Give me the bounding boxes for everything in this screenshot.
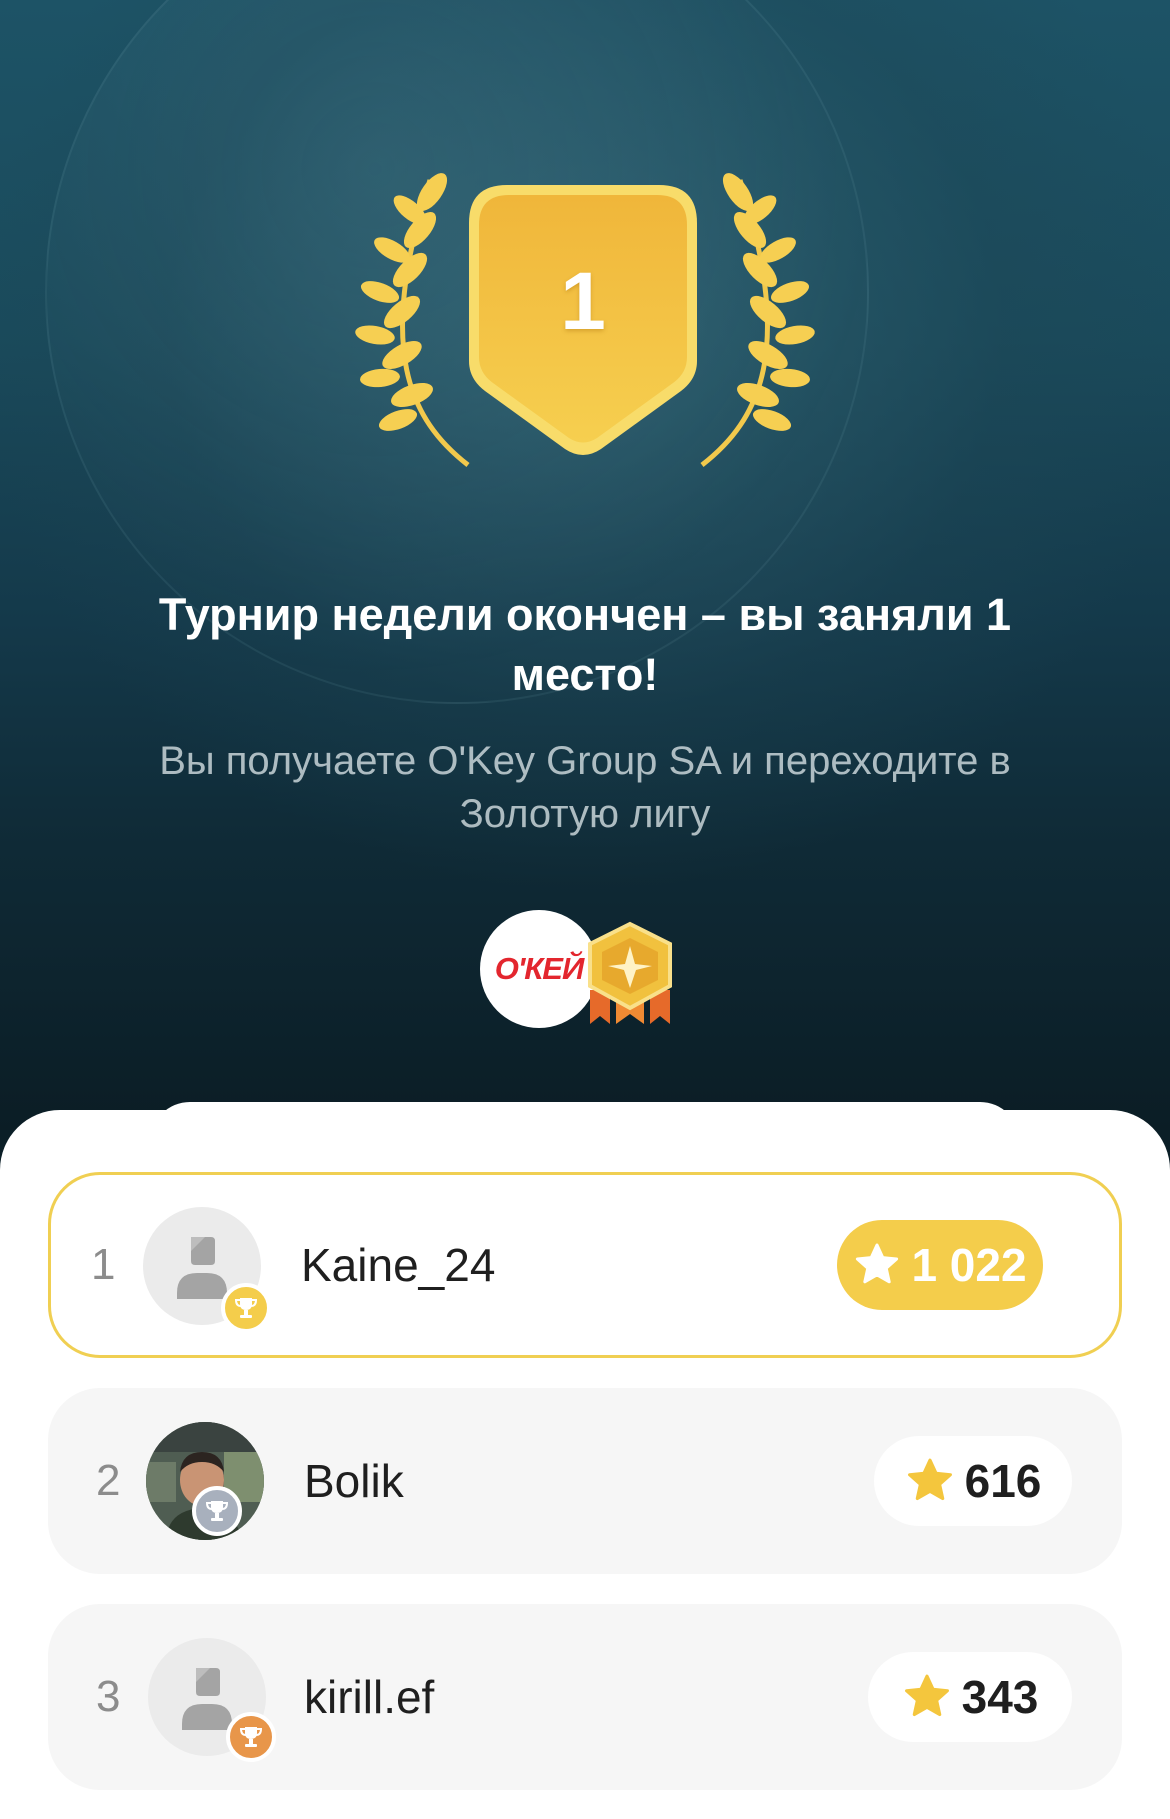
- trophy-cup-icon: [205, 1501, 229, 1521]
- row-rank: 1: [91, 1240, 116, 1289]
- leaderboard-row[interactable]: 3 kirill.ef 343: [48, 1604, 1122, 1790]
- leaderboard-row[interactable]: 2 Bolik 616: [48, 1388, 1122, 1574]
- trophy-cup-icon: [234, 1298, 258, 1318]
- row-score-value: 1 022: [911, 1239, 1027, 1291]
- star-icon: [907, 1458, 952, 1501]
- row-username: Bolik: [304, 1455, 404, 1507]
- row-score: 616: [874, 1436, 1072, 1526]
- row-score: 1 022: [837, 1220, 1043, 1310]
- row-username: kirill.ef: [304, 1671, 435, 1723]
- row-score: 343: [868, 1652, 1072, 1742]
- leaderboard-row-current-user[interactable]: 1 Kaine_24 1 022: [48, 1172, 1122, 1358]
- row-username: Kaine_24: [301, 1239, 496, 1291]
- row-rank: 3: [96, 1672, 121, 1721]
- gold-cup-badge: [221, 1283, 271, 1333]
- place-number: 1: [560, 256, 606, 347]
- row-score-value: 343: [961, 1671, 1039, 1723]
- star-icon: [856, 1243, 899, 1284]
- bronze-cup-badge: [226, 1712, 276, 1762]
- row-score-value: 616: [964, 1455, 1042, 1507]
- trophy-cup-icon: [239, 1727, 263, 1747]
- gold-league-badge-icon: [588, 921, 672, 1024]
- star-icon: [904, 1674, 949, 1717]
- laurel-right-icon: [700, 173, 815, 467]
- tournament-result-subtitle: Вы получаете O'Key Group SA и переходите…: [159, 739, 1011, 836]
- silver-cup-badge: [192, 1486, 242, 1536]
- result-hero: 1 Турнир недели окончен – вы заняли 1 ме…: [0, 0, 1170, 1130]
- laurel-left-icon: [355, 173, 470, 467]
- tournament-result-title: Турнир недели окончен – вы заняли 1 мест…: [158, 589, 1012, 700]
- row-rank: 2: [96, 1456, 121, 1505]
- okey-logo-text: О'КЕЙ: [494, 951, 585, 986]
